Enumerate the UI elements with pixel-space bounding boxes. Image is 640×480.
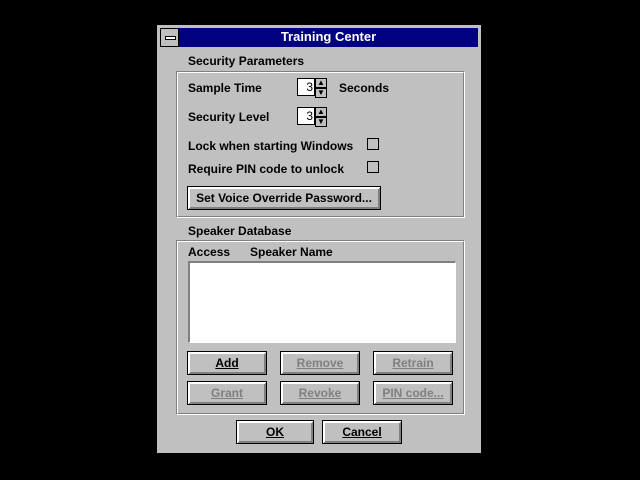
sample-time-label: Sample Time — [188, 81, 262, 95]
access-column-header: Access — [188, 245, 231, 259]
window-title: Training Center — [280, 29, 377, 44]
pin-label: Require PIN code to unlock — [188, 162, 345, 176]
sample-time-value[interactable]: 3 — [297, 78, 315, 96]
system-menu-icon[interactable] — [160, 28, 179, 47]
down-arrow-icon[interactable]: ▼ — [315, 117, 327, 127]
training-center-dialog: Training Center Security Parameters Samp… — [156, 24, 482, 454]
security-level-label: Security Level — [188, 110, 270, 124]
security-level-value[interactable]: 3 — [297, 107, 315, 125]
set-voice-password-button[interactable]: Set Voice Override Password... — [187, 186, 381, 210]
pin-code-button[interactable]: PIN code... — [373, 381, 453, 405]
sample-time-spinner[interactable]: ▲ ▼ — [315, 78, 327, 98]
speaker-list[interactable] — [188, 261, 456, 343]
up-arrow-icon[interactable]: ▲ — [315, 78, 327, 88]
pin-checkbox[interactable] — [367, 161, 379, 173]
speaker-group-label: Speaker Database — [188, 224, 292, 238]
lock-label: Lock when starting Windows — [188, 139, 354, 153]
grant-button[interactable]: Grant — [187, 381, 267, 405]
up-arrow-icon[interactable]: ▲ — [315, 107, 327, 117]
security-level-spinner[interactable]: ▲ ▼ — [315, 107, 327, 127]
lock-checkbox[interactable] — [367, 138, 379, 150]
retrain-button[interactable]: Retrain — [373, 351, 453, 375]
remove-button[interactable]: Remove — [280, 351, 360, 375]
cancel-button[interactable]: Cancel — [322, 420, 402, 444]
add-button[interactable]: Add — [187, 351, 267, 375]
title-bar[interactable]: Training Center — [160, 28, 478, 47]
down-arrow-icon[interactable]: ▼ — [315, 88, 327, 98]
ok-button[interactable]: OK — [236, 420, 314, 444]
security-group-label: Security Parameters — [188, 54, 305, 68]
seconds-label: Seconds — [339, 81, 390, 95]
revoke-button[interactable]: Revoke — [280, 381, 360, 405]
speaker-name-column-header: Speaker Name — [250, 245, 333, 259]
